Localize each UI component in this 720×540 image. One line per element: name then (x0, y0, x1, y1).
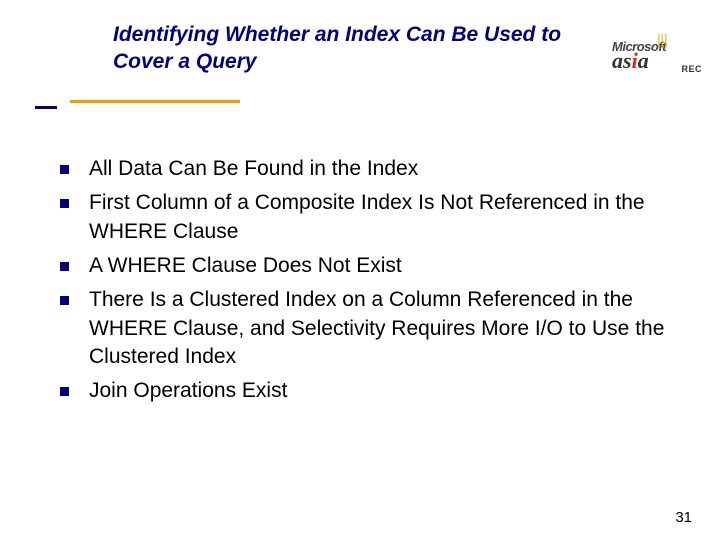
square-bullet-icon (60, 199, 69, 208)
bullet-text: First Column of a Composite Index Is Not… (89, 189, 680, 246)
list-item: A WHERE Clause Does Not Exist (60, 252, 680, 280)
list-item: There Is a Clustered Index on a Column R… (60, 286, 680, 371)
page-number: 31 (675, 509, 692, 526)
content-body: All Data Can Be Found in the Index First… (60, 155, 680, 412)
title-underline (10, 100, 310, 109)
slide-title: Identifying Whether an Index Can Be Used… (113, 22, 593, 76)
logo-rec-text: REC (681, 64, 702, 74)
orange-rule-icon (70, 100, 240, 103)
square-bullet-icon (60, 262, 69, 271)
navy-rule-icon (35, 106, 57, 109)
bullet-text: A WHERE Clause Does Not Exist (89, 252, 680, 280)
list-item: First Column of a Composite Index Is Not… (60, 189, 680, 246)
bullet-text: All Data Can Be Found in the Index (89, 155, 680, 183)
slide: Identifying Whether an Index Can Be Used… (0, 0, 720, 540)
square-bullet-icon (60, 387, 69, 396)
list-item: All Data Can Be Found in the Index (60, 155, 680, 183)
square-bullet-icon (60, 165, 69, 174)
bullet-text: Join Operations Exist (89, 377, 680, 405)
logo-block: Microsoft asia REC (612, 40, 702, 82)
logo-stripes-icon (658, 34, 692, 48)
list-item: Join Operations Exist (60, 377, 680, 405)
square-bullet-icon (60, 296, 69, 305)
bullet-text: There Is a Clustered Index on a Column R… (89, 286, 680, 371)
